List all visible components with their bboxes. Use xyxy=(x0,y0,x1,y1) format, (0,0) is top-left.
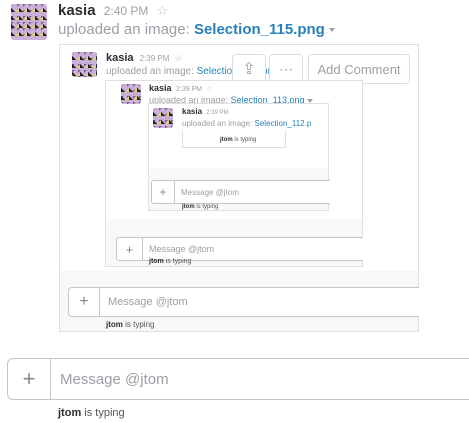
sender-name: kasia xyxy=(106,52,134,64)
upload-line: uploaded an image: Selection_112.p xyxy=(182,119,326,128)
typing-user: jtom xyxy=(182,204,195,210)
typing-user: jtom xyxy=(106,320,123,329)
sender-name: kasia xyxy=(149,83,172,93)
upload-text: uploaded an image: xyxy=(106,66,194,77)
typing-indicator: jtom is typing xyxy=(58,407,125,419)
typing-indicator: jtom is typing xyxy=(182,204,218,210)
input-placeholder[interactable]: Message @jtom xyxy=(51,359,169,399)
add-comment-label: Add Comment xyxy=(317,61,401,77)
timestamp: 2:39 PM xyxy=(139,54,170,63)
file-link[interactable]: Selection_115.png xyxy=(194,21,325,38)
timestamp[interactable]: 2:40 PM xyxy=(104,4,149,18)
message-input[interactable]: + Message @jtom xyxy=(7,358,469,400)
nested-image-preview: kasia 2:39 PM ☆ uploaded an image: Selec… xyxy=(105,80,363,267)
avatar xyxy=(153,108,173,128)
upload-line: uploaded an image: Selection_115.png xyxy=(58,21,336,38)
input-placeholder: Message @jtom xyxy=(149,244,215,254)
timestamp: 2:39 PM xyxy=(206,110,229,116)
nested-image-preview: kasia 2:39 PM uploaded an image: Selecti… xyxy=(148,103,330,211)
plus-icon: + xyxy=(152,181,175,203)
timestamp: 2:39 PM xyxy=(176,86,203,93)
typing-user: jtom xyxy=(220,137,233,143)
typing-text: is typing xyxy=(234,137,257,143)
plus-button[interactable]: + xyxy=(8,359,51,399)
input-placeholder: Message @jtom xyxy=(181,187,239,197)
avatar xyxy=(121,84,141,104)
typing-indicator: jtom is typing xyxy=(149,258,191,265)
file-link: Selection_112.p xyxy=(254,119,312,128)
message-header: kasia 2:39 PM ☆ xyxy=(106,52,183,64)
sender-name[interactable]: kasia xyxy=(58,2,96,19)
avatar[interactable] xyxy=(11,4,47,40)
upload-text: uploaded an image: xyxy=(58,21,190,38)
star-icon: ☆ xyxy=(174,53,183,63)
typing-user: jtom xyxy=(149,258,164,265)
typing-text: is typing xyxy=(84,407,125,419)
typing-indicator: jtom is typing xyxy=(220,137,256,143)
message-input: + Message @jtom xyxy=(68,287,419,317)
message-input: + Message @jtom xyxy=(151,180,330,204)
message-header: kasia 2:39 PM ☆ xyxy=(149,83,213,93)
typing-indicator: jtom is typing xyxy=(106,320,154,329)
plus-icon: + xyxy=(117,238,143,260)
typing-user: jtom xyxy=(58,407,82,419)
typing-text: is typing xyxy=(165,258,192,265)
typing-text: is typing xyxy=(196,204,219,210)
upload-text: uploaded an image: xyxy=(182,119,253,128)
message-header: kasia 2:40 PM ☆ xyxy=(58,2,168,19)
plus-icon: + xyxy=(69,288,100,316)
cloud-upload-icon: ⇪ xyxy=(242,61,256,78)
chevron-down-icon[interactable] xyxy=(329,28,336,33)
typing-text: is typing xyxy=(125,320,155,329)
more-icon: ⋯ xyxy=(279,60,293,77)
sender-name: kasia xyxy=(182,107,203,116)
avatar xyxy=(72,52,97,77)
star-icon: ☆ xyxy=(206,86,213,93)
input-placeholder: Message @jtom xyxy=(108,296,188,308)
image-preview[interactable]: kasia 2:39 PM ☆ uploaded an image: Selec… xyxy=(59,44,419,332)
message-header: kasia 2:39 PM xyxy=(182,107,229,116)
star-icon[interactable]: ☆ xyxy=(157,3,169,18)
